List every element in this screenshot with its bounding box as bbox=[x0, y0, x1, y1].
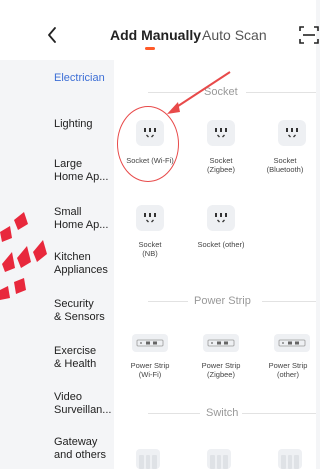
sidebar-item-large-home-appliances[interactable]: Large Home Ap... bbox=[54, 158, 118, 184]
power-strip-icon[interactable] bbox=[132, 334, 168, 352]
active-tab-indicator bbox=[145, 47, 155, 50]
scan-frame-icon[interactable] bbox=[298, 24, 320, 46]
sidebar-item-gateway-others[interactable]: Gateway and others bbox=[54, 436, 118, 462]
section-divider bbox=[148, 413, 200, 414]
section-divider bbox=[148, 92, 198, 93]
top-bar: Add Manually Auto Scan bbox=[0, 0, 319, 60]
section-divider bbox=[242, 413, 316, 414]
device-label-power-strip-other[interactable]: Power Strip (other) bbox=[258, 361, 318, 379]
wall-switch-icon[interactable] bbox=[278, 449, 302, 469]
sidebar-item-electrician[interactable]: Electrician bbox=[54, 72, 118, 85]
section-title-power-strip: Power Strip bbox=[194, 295, 251, 307]
power-strip-icon[interactable] bbox=[203, 334, 239, 352]
socket-icon[interactable] bbox=[278, 120, 306, 146]
category-sidebar: Electrician Lighting Large Home Ap... Sm… bbox=[44, 60, 114, 469]
annotation-highlight-circle bbox=[117, 106, 179, 182]
socket-icon[interactable] bbox=[207, 120, 235, 146]
device-label-power-strip-zigbee[interactable]: Power Strip (Zigbee) bbox=[191, 361, 251, 379]
tab-add-manually[interactable]: Add Manually bbox=[110, 27, 201, 43]
device-label-socket-other[interactable]: Socket (other) bbox=[191, 240, 251, 249]
socket-icon[interactable] bbox=[207, 205, 235, 231]
section-title-switch: Switch bbox=[206, 407, 239, 419]
device-label-power-strip-wifi[interactable]: Power Strip (Wi-Fi) bbox=[120, 361, 180, 379]
tab-auto-scan[interactable]: Auto Scan bbox=[202, 27, 267, 43]
section-divider bbox=[148, 301, 188, 302]
power-strip-icon[interactable] bbox=[274, 334, 310, 352]
device-label-socket-nb[interactable]: Socket (NB) bbox=[120, 240, 180, 258]
chevron-left-icon[interactable] bbox=[44, 25, 60, 45]
section-divider bbox=[246, 92, 316, 93]
wall-switch-icon[interactable] bbox=[136, 449, 160, 469]
sidebar-item-video-surveillance[interactable]: Video Surveillan... bbox=[54, 391, 118, 417]
wall-switch-icon[interactable] bbox=[207, 449, 231, 469]
device-label-socket-bluetooth[interactable]: Socket (Bluetooth) bbox=[255, 156, 315, 174]
sidebar-item-kitchen-appliances[interactable]: Kitchen Appliances bbox=[54, 251, 118, 277]
section-divider bbox=[262, 301, 316, 302]
sidebar-item-small-home-appliances[interactable]: Small Home Ap... bbox=[54, 206, 118, 232]
socket-icon[interactable] bbox=[136, 205, 164, 231]
sidebar-item-exercise-health[interactable]: Exercise & Health bbox=[54, 345, 118, 371]
section-title-socket: Socket bbox=[204, 86, 238, 98]
sidebar-item-security-sensors[interactable]: Security & Sensors bbox=[54, 298, 118, 324]
sidebar-item-lighting[interactable]: Lighting bbox=[54, 118, 118, 131]
device-label-socket-zigbee[interactable]: Socket (Zigbee) bbox=[191, 156, 251, 174]
